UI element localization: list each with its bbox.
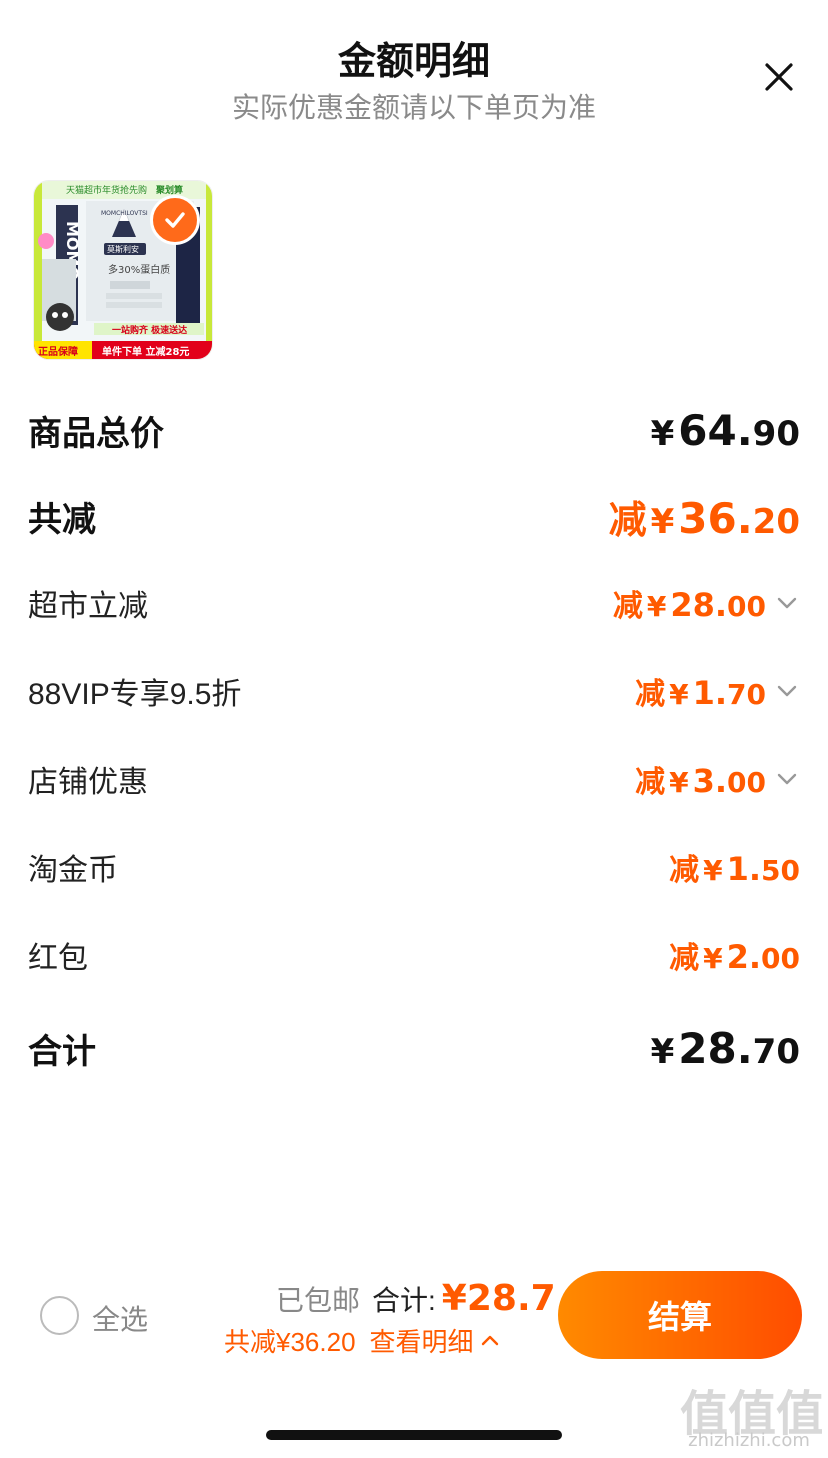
row-amount: 减 ¥ 1. 70 [635,674,766,712]
row-amount: 减 ¥ 28. 00 [612,586,766,624]
row-amount: 减 ¥ 36. 20 [608,493,800,543]
row-label: 店铺优惠 [28,766,148,799]
bottom-promo-text: 单件下单 立减28元 [102,345,189,358]
total-label: 合计: [372,1285,436,1316]
shipping-label: 已包邮 [276,1285,361,1316]
view-details-link[interactable]: 共减¥36.20 查看明细 [224,1322,502,1359]
brand-name: 莫斯利安 [107,244,139,254]
row-amount: ¥ 28. 70 [650,1023,800,1073]
checkout-button[interactable]: 结算 [558,1271,802,1359]
amount-detail-sheet: 金额明细 实际优惠金额请以下单页为准 天猫超市年货抢先购 聚划算 MOMO MO… [0,0,828,1458]
sheet-subtitle: 实际优惠金额请以下单页为准 [231,92,596,123]
banner-top-text: 天猫超市年货抢先购 [66,184,147,196]
selected-check-badge[interactable] [150,195,200,245]
chevron-up-icon [481,1335,498,1345]
row-amount: 减 ¥ 3. 00 [635,762,766,800]
chevron-down-icon[interactable] [774,590,800,616]
row-amount: 减 ¥ 1. 50 [669,850,800,888]
footer-total: 已包邮 合计: ¥28.7 [276,1278,556,1319]
close-button[interactable] [756,54,802,100]
brand-logo-text: MOMCHILOVTSI [101,210,148,217]
feature-text: 多30%蛋白质 [108,263,170,276]
row-88vip-discount[interactable]: 88VIP专享9.5折 减 ¥ 1. 70 [28,668,800,714]
saved-amount: 共减¥36.20 [224,1327,356,1357]
row-label: 淘金币 [28,854,118,887]
row-final-total: 合计 ¥ 28. 70 [28,1022,800,1074]
row-goods-total: 商品总价 ¥ 64. 90 [28,404,800,456]
row-supermarket-discount[interactable]: 超市立减 减 ¥ 28. 00 [28,580,800,626]
row-total-discount: 共减 减 ¥ 36. 20 [28,490,800,543]
select-all-radio[interactable] [40,1296,79,1335]
watermark-text: zhizhizhi.com [688,1430,810,1451]
mascot-icon [46,303,74,331]
select-all-label[interactable]: 全选 [92,1298,148,1338]
row-label: 红包 [28,942,88,975]
chevron-down-icon[interactable] [774,678,800,704]
row-amount: 减 ¥ 2. 00 [669,938,800,976]
details-link-label: 查看明细 [369,1327,474,1357]
row-label: 合计 [28,1032,96,1071]
row-store-discount[interactable]: 店铺优惠 减 ¥ 3. 00 [28,756,800,802]
close-icon [765,63,793,91]
row-redpacket-discount: 红包 减 ¥ 2. 00 [28,932,800,978]
row-amount: ¥ 64. 90 [650,405,800,455]
row-taojinbi-discount: 淘金币 减 ¥ 1. 50 [28,844,800,890]
guarantee-text: 正品保障 [38,345,78,358]
chevron-down-icon[interactable] [774,766,800,792]
total-value: ¥28.7 [441,1278,556,1319]
check-icon [165,212,185,228]
row-label: 88VIP专享9.5折 [28,678,242,711]
banner-top-brand: 聚划算 [155,184,183,196]
home-indicator[interactable] [266,1430,562,1440]
row-label: 超市立减 [28,590,148,623]
promo-line: 一站购齐 极速送达 [112,324,187,336]
row-label: 共减 [28,500,96,539]
row-label: 商品总价 [28,414,164,453]
sheet-title: 金额明细 [337,41,490,83]
